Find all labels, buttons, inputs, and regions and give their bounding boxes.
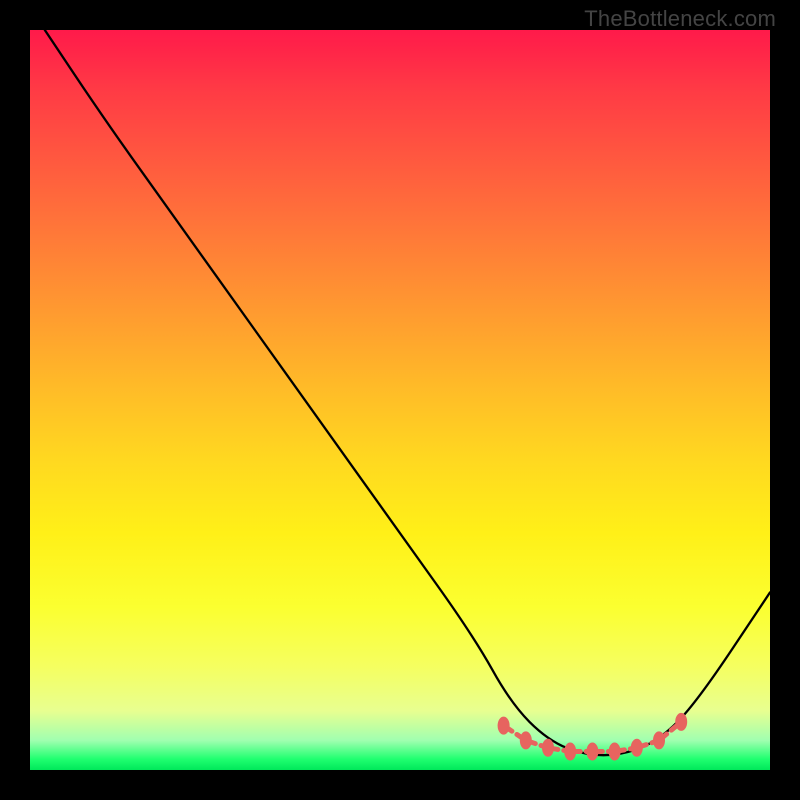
chart-marker [542, 739, 554, 757]
chart-svg [30, 30, 770, 770]
chart-marker [564, 743, 576, 761]
watermark: TheBottleneck.com [584, 6, 776, 32]
chart-marker [609, 743, 621, 761]
chart-marker [653, 731, 665, 749]
chart-plot-area [30, 30, 770, 770]
chart-marker [631, 739, 643, 757]
chart-marker [520, 731, 532, 749]
chart-marker [498, 717, 510, 735]
chart-marker [586, 743, 598, 761]
chart-markers [498, 713, 688, 761]
bottleneck-curve [45, 30, 770, 755]
chart-marker [675, 713, 687, 731]
